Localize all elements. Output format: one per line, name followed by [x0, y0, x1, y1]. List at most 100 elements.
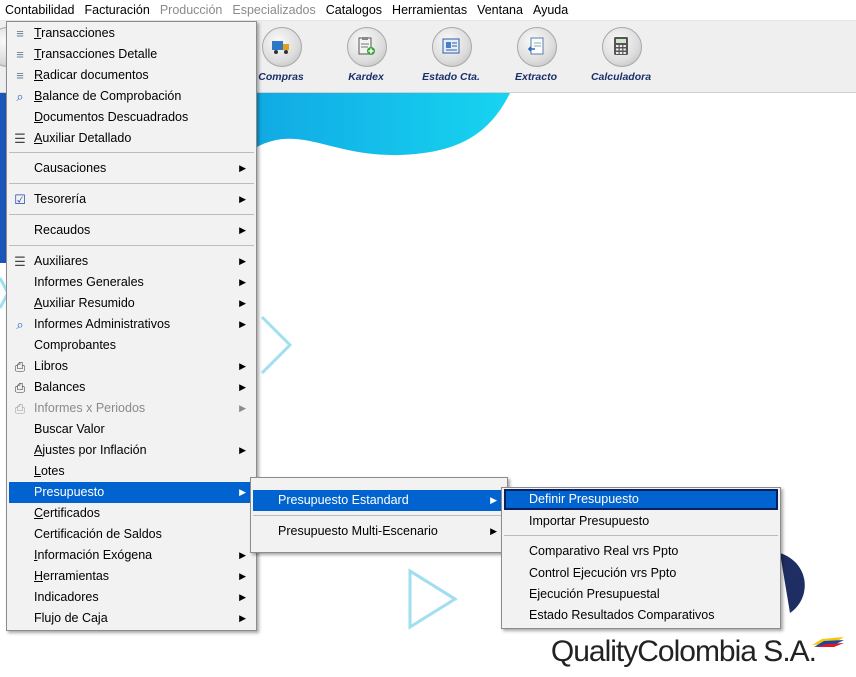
calculadora-label: Calculadora [590, 71, 652, 83]
contabilidad-item-auxiliar-resumido[interactable]: Auxiliar Resumido ▶ [9, 293, 254, 314]
contabilidad-item-tesoreria[interactable]: ☑ Tesorería ▶ [9, 189, 254, 210]
accelerator-key: C [34, 506, 44, 520]
calculadora-button[interactable]: Calculadora [584, 27, 658, 87]
menu-separator [9, 214, 254, 215]
estandard-item-label: Comparativo Real vrs Ppto [529, 544, 679, 558]
contabilidad-item-certificacion-de-saldos[interactable]: Certificación de Saldos [9, 524, 254, 545]
contabilidad-item-comprobantes[interactable]: Comprobantes [9, 335, 254, 356]
contabilidad-item-label: Auxiliares [34, 254, 89, 268]
estado-cta-button[interactable]: Estado Cta. [414, 27, 488, 87]
estandard-item-control-ejecucion-vrs-ppto[interactable]: Control Ejecución vrs Ppto [504, 563, 778, 584]
menu-facturacion[interactable]: Facturación [80, 0, 155, 20]
brand-logo: QualityColombia S.A. [550, 635, 817, 668]
contabilidad-item-transacciones-detalle[interactable]: ≡ Transacciones Detalle [9, 44, 254, 65]
menu-ayuda[interactable]: Ayuda [528, 0, 573, 20]
contabilidad-item-label: Transacciones Detalle [34, 47, 157, 61]
contabilidad-item-informes-administrativos[interactable]: ⌕ Informes Administrativos ▶ [9, 314, 254, 335]
submenu-arrow-icon: ▶ [239, 382, 246, 392]
submenu-arrow-icon: ▶ [239, 613, 246, 623]
submenu-arrow-icon: ▶ [239, 225, 246, 235]
label-rest: erramientas [43, 569, 110, 583]
contabilidad-item-label: Comprobantes [34, 338, 116, 352]
submenu-arrow-icon: ▶ [239, 163, 246, 173]
estandard-item-estado-resultados-comparativos[interactable]: Estado Resultados Comparativos [504, 605, 778, 626]
contabilidad-item-label: Certificación de Saldos [34, 527, 162, 541]
treasury-icon: ☑ [14, 192, 26, 207]
contabilidad-item-label: Lotes [34, 464, 65, 478]
menu-contabilidad[interactable]: Contabilidad [0, 0, 80, 20]
contabilidad-item-label: Balances [34, 380, 86, 394]
contabilidad-item-label: Informes x Periodos [34, 401, 146, 415]
contabilidad-item-informacion-exogena[interactable]: Información Exógena ▶ [9, 545, 254, 566]
magnifier-icon: ⌕ [16, 89, 24, 104]
menu-separator [253, 515, 505, 516]
menu-especializados[interactable]: Especializados [227, 0, 320, 20]
submenu-arrow-icon: ▶ [239, 194, 246, 204]
presupuesto-item-label: Presupuesto Estandard [278, 493, 409, 507]
estandard-item-ejecucion-presupuestal[interactable]: Ejecución Presupuestal [504, 584, 778, 605]
contabilidad-item-lotes[interactable]: Lotes [9, 461, 254, 482]
contabilidad-item-label: Libros [34, 359, 69, 373]
menu-catalogos[interactable]: Catalogos [321, 0, 387, 20]
menu-separator [9, 183, 254, 184]
contabilidad-item-herramientas[interactable]: Herramientas ▶ [9, 566, 254, 587]
extracto-button[interactable]: Extracto [499, 27, 573, 87]
contabilidad-item-certificados[interactable]: Certificados [9, 503, 254, 524]
contabilidad-item-label: Radicar documentos [34, 68, 149, 82]
contabilidad-item-label: Balance de Comprobación [34, 89, 181, 103]
contabilidad-item-informes-x-periodos[interactable]: ⎙ Informes x Periodos ▶ [9, 398, 254, 419]
contabilidad-item-ajustes-por-inflacion[interactable]: Ajustes por Inflación ▶ [9, 440, 254, 461]
contabilidad-item-flujo-de-caja[interactable]: Flujo de Caja ▶ [9, 608, 254, 629]
transaction-icon: ≡ [16, 68, 24, 83]
label-rest: otes [40, 464, 65, 478]
menu-ventana[interactable]: Ventana [472, 0, 528, 20]
submenu-arrow-icon: ▶ [490, 495, 497, 505]
presupuesto-submenu: Presupuesto Estandard ▶ Presupuesto Multi-… [250, 477, 508, 553]
kardex-button[interactable]: Kardex [329, 27, 403, 87]
menu-herramientas[interactable]: Herramientas [387, 0, 472, 20]
menu-produccion[interactable]: Producción [155, 0, 228, 20]
submenu-arrow-icon: ▶ [239, 277, 246, 287]
contabilidad-item-label: Transacciones [34, 26, 115, 40]
contabilidad-item-auxiliar-detallado[interactable]: ☰ Auxiliar Detallado [9, 128, 254, 149]
estandard-item-importar-presupuesto[interactable]: Importar Presupuesto [504, 511, 778, 532]
label-rest: ertificados [43, 506, 101, 520]
contabilidad-item-balance-de-comprobacion[interactable]: ⌕ Balance de Comprobación [9, 86, 254, 107]
contabilidad-item-label: Documentos Descuadrados [34, 110, 188, 124]
contabilidad-item-transacciones[interactable]: ≡ Transacciones [9, 23, 254, 44]
submenu-arrow-icon: ▶ [239, 319, 246, 329]
estandard-item-definir-presupuesto[interactable]: Definir Presupuesto [504, 489, 778, 510]
estandard-item-comparativo-real-vrs-ppto[interactable]: Comparativo Real vrs Ppto [504, 541, 778, 562]
ledger-icon: ☰ [14, 131, 26, 146]
contabilidad-item-radicar-documentos[interactable]: ≡ Radicar documentos [9, 65, 254, 86]
label-rest: uxiliar Detallado [42, 131, 132, 145]
contabilidad-item-label: Indicadores [34, 590, 99, 604]
accelerator-key: L [34, 464, 41, 478]
presupuesto-item-label: Presupuesto Multi-Escenario [278, 524, 438, 538]
contabilidad-item-presupuesto[interactable]: Presupuesto ▶ [9, 482, 254, 503]
contabilidad-item-informes-generales[interactable]: Informes Generales ▶ [9, 272, 254, 293]
contabilidad-item-balances[interactable]: ⎙ Balances ▶ [9, 377, 254, 398]
contabilidad-item-documentos-descuadrados[interactable]: Documentos Descuadrados [9, 107, 254, 128]
clipboard-add-icon [358, 37, 375, 55]
menu-separator [9, 245, 254, 246]
label-rest: ocumentos Descuadrados [43, 110, 189, 124]
label-rest: ransacciones [41, 26, 115, 40]
submenu-arrow-icon: ▶ [239, 361, 246, 371]
label-rest: nformación Exógena [37, 548, 153, 562]
submenu-arrow-icon: ▶ [239, 445, 246, 455]
contabilidad-item-auxiliares[interactable]: ☰ Auxiliares ▶ [9, 251, 254, 272]
contabilidad-item-causaciones[interactable]: Causaciones ▶ [9, 158, 254, 179]
contabilidad-item-recaudos[interactable]: Recaudos ▶ [9, 220, 254, 241]
presupuesto-item-presupuesto-multi-escenario[interactable]: Presupuesto Multi-Escenario ▶ [253, 521, 505, 542]
transaction-icon: ≡ [16, 47, 24, 62]
calculator-icon [614, 37, 628, 55]
presupuesto-item-presupuesto-estandard[interactable]: Presupuesto Estandard ▶ [253, 490, 505, 511]
contabilidad-item-buscar-valor[interactable]: Buscar Valor [9, 419, 254, 440]
contabilidad-item-indicadores[interactable]: Indicadores ▶ [9, 587, 254, 608]
estandard-item-label: Ejecución Presupuestal [529, 587, 660, 601]
transaction-icon: ≡ [16, 26, 24, 41]
submenu-arrow-icon: ▶ [239, 550, 246, 560]
contabilidad-item-libros[interactable]: ⎙ Libros ▶ [9, 356, 254, 377]
contabilidad-item-label: Auxiliar Detallado [34, 131, 131, 145]
